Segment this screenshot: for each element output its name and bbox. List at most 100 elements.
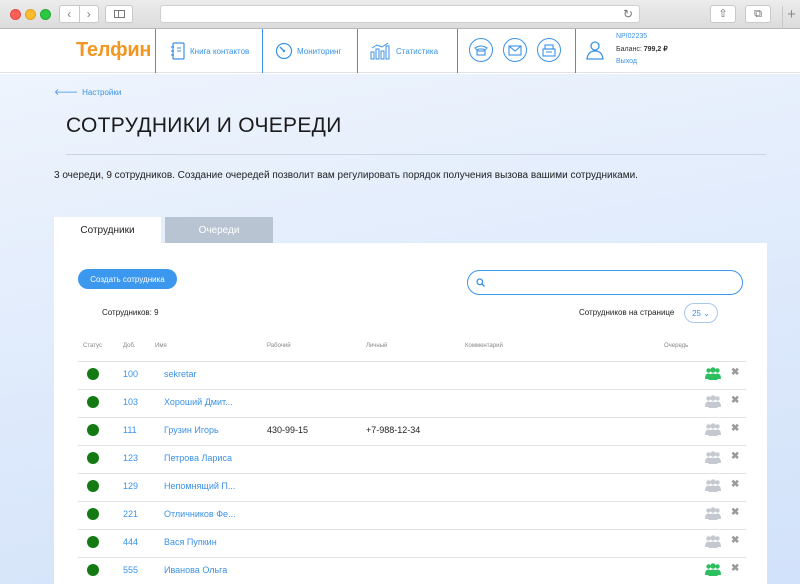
divider	[155, 29, 156, 73]
table-row[interactable]: 555 Иванова Ольга ✖	[54, 557, 767, 584]
delete-icon[interactable]: ✖	[731, 395, 739, 406]
employee-ext[interactable]: 221	[123, 509, 138, 519]
employee-ext[interactable]: 123	[123, 453, 138, 463]
queue-group-icon[interactable]	[705, 451, 721, 464]
table-row[interactable]: 123 Петрова Лариса ✖	[54, 445, 767, 473]
queue-group-icon[interactable]	[705, 479, 721, 492]
search-input[interactable]	[467, 270, 743, 295]
employee-ext[interactable]: 103	[123, 397, 138, 407]
queue-group-icon[interactable]	[705, 507, 721, 520]
table-row[interactable]: 111 Грузин Игорь 430-99-15 +7-988-12-34 ✖	[54, 417, 767, 445]
delete-icon[interactable]: ✖	[731, 423, 739, 434]
arrow-left-icon: 🡐	[54, 87, 79, 97]
employee-name[interactable]: Иванова Ольга	[164, 565, 227, 575]
close-window-button[interactable]	[10, 9, 21, 20]
status-indicator	[87, 424, 99, 436]
account-id[interactable]: NPI02235	[616, 33, 647, 40]
delete-icon[interactable]: ✖	[731, 451, 739, 462]
tab-employees[interactable]: Сотрудники	[54, 217, 161, 243]
column-header-ext[interactable]: Доб.	[123, 343, 136, 349]
employee-name[interactable]: Вася Пупкин	[164, 537, 217, 547]
back-chevron-icon[interactable]: ‹	[60, 6, 80, 22]
column-header-work[interactable]: Рабочий	[267, 343, 291, 349]
address-book-icon	[171, 42, 185, 60]
employee-name[interactable]: Грузин Игорь	[164, 425, 219, 435]
delete-icon[interactable]: ✖	[731, 535, 739, 546]
search-icon	[476, 278, 485, 287]
divider	[457, 29, 458, 73]
delete-icon[interactable]: ✖	[731, 563, 739, 574]
column-header-name[interactable]: Имя	[155, 343, 167, 349]
balance-label: Баланс:	[616, 46, 642, 53]
table-row[interactable]: 103 Хороший Дмит... ✖	[54, 389, 767, 417]
employee-name[interactable]: sekretar	[164, 369, 197, 379]
status-indicator	[87, 508, 99, 520]
mail-icon[interactable]	[503, 38, 527, 62]
sidebar-icon	[114, 10, 125, 18]
status-indicator	[87, 368, 99, 380]
nav-contacts[interactable]: Книга контактов	[170, 29, 249, 73]
queue-group-icon[interactable]	[705, 395, 721, 408]
page-content: 🡐 Настройки СОТРУДНИКИ И ОЧЕРЕДИ 3 очеред…	[0, 74, 800, 584]
queue-group-icon[interactable]	[705, 367, 721, 380]
employee-ext[interactable]: 111	[123, 425, 137, 435]
bar-chart-icon	[370, 42, 390, 60]
delete-icon[interactable]: ✖	[731, 367, 739, 378]
queue-group-icon[interactable]	[705, 563, 721, 576]
per-page-label: Сотрудников на странице	[579, 308, 675, 317]
balance-value: 799,2 ₽	[643, 46, 668, 53]
nav-statistics[interactable]: Статистика	[370, 29, 438, 73]
gauge-icon	[275, 42, 293, 60]
nav-monitoring[interactable]: Мониторинг	[275, 29, 341, 73]
column-header-personal[interactable]: Личный	[366, 343, 387, 349]
fax-icon[interactable]	[537, 38, 561, 62]
balance: Баланс: 799,2 ₽	[616, 45, 668, 53]
logout-link[interactable]: Выход	[616, 58, 637, 65]
create-employee-button[interactable]: Создать сотрудника	[78, 269, 177, 289]
delete-icon[interactable]: ✖	[731, 479, 739, 490]
history-nav: ‹ ›	[59, 5, 99, 23]
column-header-queue[interactable]: Очередь	[664, 343, 688, 349]
employee-ext[interactable]: 444	[123, 537, 138, 547]
address-bar[interactable]: ↻	[160, 5, 640, 23]
logo[interactable]: Телфин	[76, 39, 151, 62]
table-row[interactable]: 129 Непомнящий П... ✖	[54, 473, 767, 501]
forward-chevron-icon[interactable]: ›	[80, 6, 99, 22]
new-tab-button[interactable]: +	[782, 6, 800, 29]
minimize-window-button[interactable]	[25, 9, 36, 20]
divider	[575, 29, 576, 73]
zoom-window-button[interactable]	[40, 9, 51, 20]
phone-icon[interactable]	[469, 38, 493, 62]
per-page-select[interactable]: 25 ⌄	[684, 303, 718, 323]
employee-ext[interactable]: 555	[123, 565, 138, 575]
employee-personal-phone: +7-988-12-34	[366, 425, 421, 435]
tab-queues[interactable]: Очереди	[165, 217, 273, 243]
employee-name[interactable]: Отличников Фе...	[164, 509, 236, 519]
status-indicator	[87, 480, 99, 492]
table-row[interactable]: 444 Вася Пупкин ✖	[54, 529, 767, 557]
sidebar-toggle-button[interactable]	[105, 5, 133, 23]
user-icon[interactable]	[586, 40, 604, 60]
column-header-comment[interactable]: Комментарий	[465, 343, 503, 349]
queue-group-icon[interactable]	[705, 535, 721, 548]
employee-name[interactable]: Хороший Дмит...	[164, 397, 233, 407]
divider	[357, 29, 358, 73]
status-indicator	[87, 536, 99, 548]
divider	[262, 29, 263, 73]
employee-name[interactable]: Непомнящий П...	[164, 481, 235, 491]
table-row[interactable]: 221 Отличников Фе... ✖	[54, 501, 767, 529]
delete-icon[interactable]: ✖	[731, 507, 739, 518]
employee-name[interactable]: Петрова Лариса	[164, 453, 232, 463]
column-header-status[interactable]: Статус	[83, 343, 102, 349]
queue-group-icon[interactable]	[705, 423, 721, 436]
share-button[interactable]: ⇧	[710, 5, 736, 23]
reload-icon[interactable]: ↻	[623, 7, 633, 21]
status-indicator	[87, 452, 99, 464]
employee-ext[interactable]: 129	[123, 481, 138, 491]
back-link[interactable]: 🡐 Настройки	[54, 87, 121, 98]
tab-overview-button[interactable]: ⧉	[745, 5, 771, 23]
table-row[interactable]: 100 sekretar ✖	[54, 361, 767, 389]
app-header: Телфин Книга контактов Мониторинг Статис…	[0, 29, 800, 73]
employee-ext[interactable]: 100	[123, 369, 138, 379]
back-link-label: Настройки	[82, 88, 122, 97]
